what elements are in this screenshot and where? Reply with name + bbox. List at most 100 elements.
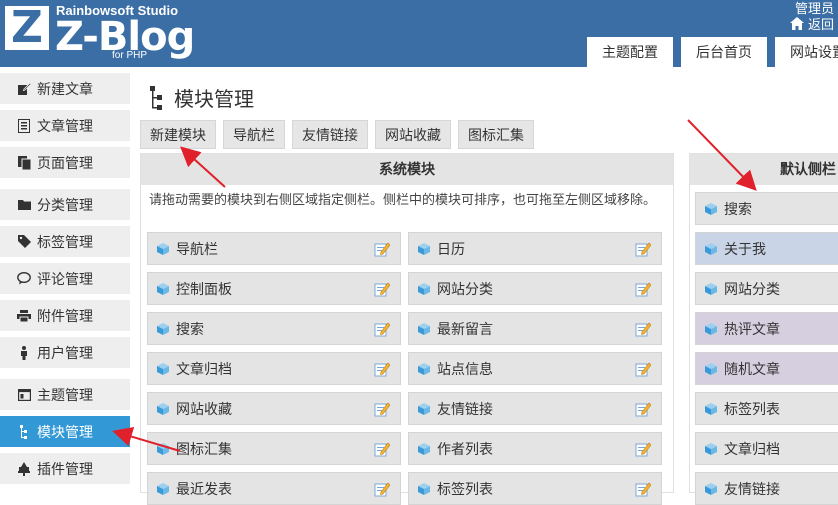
- edit-module-icon[interactable]: [635, 401, 652, 417]
- edit-module-icon[interactable]: [635, 241, 652, 257]
- sidebar-item-label: 新建文章: [37, 80, 93, 97]
- sidebar-item-label: 文章管理: [37, 117, 93, 134]
- tab-friend-links[interactable]: 友情链接: [292, 120, 368, 149]
- module-cube-icon: [417, 402, 431, 416]
- system-module[interactable]: 控制面板: [147, 272, 401, 305]
- system-module[interactable]: 网站分类: [408, 272, 662, 305]
- brand-sub: for PHP: [112, 50, 148, 61]
- edit-module-icon[interactable]: [635, 441, 652, 457]
- pages-icon: [17, 155, 31, 170]
- module-icon: [17, 424, 31, 439]
- sidebar-module[interactable]: 关于我: [695, 232, 838, 265]
- tab-icon-collection[interactable]: 图标汇集: [458, 120, 534, 149]
- edit-module-icon[interactable]: [635, 481, 652, 497]
- module-cube-icon: [704, 402, 718, 416]
- default-sidebar-panel: 默认侧栏 搜索 关于我 网站分类 热评文章 随机文章 标签列表 文章归档 友情链接: [689, 153, 838, 505]
- sidebar-item-plugin-manage[interactable]: 插件管理: [0, 453, 130, 484]
- edit-module-icon[interactable]: [374, 321, 391, 337]
- module-label: 友情链接: [724, 480, 780, 497]
- edit-module-icon[interactable]: [635, 361, 652, 377]
- sidebar-item-article-manage[interactable]: 文章管理: [0, 110, 130, 141]
- module-cube-icon: [704, 362, 718, 376]
- sidebar-item-label: 插件管理: [37, 460, 93, 477]
- folder-icon: [17, 198, 31, 212]
- module-cube-icon: [156, 482, 170, 496]
- system-module[interactable]: 友情链接: [408, 392, 662, 425]
- system-module[interactable]: 标签列表: [408, 472, 662, 505]
- home-icon: [789, 17, 804, 30]
- sidebar-item-attachment-manage[interactable]: 附件管理: [0, 300, 130, 331]
- module-label: 搜索: [724, 200, 752, 217]
- sidebar-item-label: 标签管理: [37, 233, 93, 250]
- sidebar-module[interactable]: 搜索: [695, 192, 838, 225]
- edit-module-icon[interactable]: [374, 361, 391, 377]
- sidebar-module[interactable]: 随机文章: [695, 352, 838, 385]
- module-cube-icon: [156, 282, 170, 296]
- module-cube-icon: [156, 402, 170, 416]
- system-module[interactable]: 文章归档: [147, 352, 401, 385]
- system-modules-title: 系统模块: [141, 154, 673, 185]
- new-module-button[interactable]: 新建模块: [140, 120, 216, 149]
- edit-module-icon[interactable]: [374, 281, 391, 297]
- edit-module-icon[interactable]: [635, 281, 652, 297]
- sidebar-module[interactable]: 标签列表: [695, 392, 838, 425]
- sidebar-module[interactable]: 友情链接: [695, 472, 838, 505]
- logo-letter: Z: [11, 2, 43, 53]
- module-sub-tabs: 新建模块 导航栏 友情链接 网站收藏 图标汇集: [140, 120, 534, 149]
- module-cube-icon: [156, 362, 170, 376]
- tab-theme-config[interactable]: 主题配置: [587, 37, 673, 67]
- tab-admin-home[interactable]: 后台首页: [681, 37, 767, 67]
- comment-icon: [17, 272, 31, 286]
- system-module[interactable]: 最新留言: [408, 312, 662, 345]
- module-cube-icon: [156, 322, 170, 336]
- sidebar-item-module-manage[interactable]: 模块管理: [0, 416, 130, 447]
- sidebar-item-theme-manage[interactable]: 主题管理: [0, 379, 130, 410]
- user-icon: [17, 345, 31, 360]
- sidebar-item-tag-manage[interactable]: 标签管理: [0, 226, 130, 257]
- top-header: Z Rainbowsoft Studio Z-Blog for PHP 管理员 …: [0, 0, 838, 67]
- module-cube-icon: [704, 322, 718, 336]
- sidebar-module[interactable]: 热评文章: [695, 312, 838, 345]
- sidebar-item-category-manage[interactable]: 分类管理: [0, 189, 130, 220]
- edit-module-icon[interactable]: [635, 321, 652, 337]
- edit-module-icon[interactable]: [374, 441, 391, 457]
- module-label: 图标汇集: [176, 440, 232, 457]
- tab-site-favorites[interactable]: 网站收藏: [375, 120, 451, 149]
- edit-module-icon[interactable]: [374, 241, 391, 257]
- edit-module-icon[interactable]: [374, 481, 391, 497]
- module-label: 热评文章: [724, 320, 780, 337]
- sidebar-module[interactable]: 网站分类: [695, 272, 838, 305]
- sidebar-item-user-manage[interactable]: 用户管理: [0, 337, 130, 368]
- system-modules-description: 请拖动需要的模块到右侧区域指定侧栏。侧栏中的模块可排序，也可拖至左侧区域移除。: [149, 192, 657, 207]
- back-label: 返回: [807, 17, 834, 32]
- tab-site-settings[interactable]: 网站设置: [775, 37, 838, 67]
- system-module[interactable]: 搜索: [147, 312, 401, 345]
- system-module[interactable]: 导航栏: [147, 232, 401, 265]
- module-cube-icon: [704, 442, 718, 456]
- tab-navbar[interactable]: 导航栏: [223, 120, 285, 149]
- sidebar-item-label: 页面管理: [37, 154, 93, 171]
- sidebar-module[interactable]: 文章归档: [695, 432, 838, 465]
- page-title: 模块管理: [150, 83, 254, 112]
- system-module[interactable]: 日历: [408, 232, 662, 265]
- sidebar-item-comment-manage[interactable]: 评论管理: [0, 263, 130, 294]
- system-module[interactable]: 图标汇集: [147, 432, 401, 465]
- module-label: 站点信息: [437, 360, 493, 377]
- sidebar-item-new-article[interactable]: 新建文章: [0, 73, 130, 104]
- module-label: 网站分类: [724, 280, 780, 297]
- edit-module-icon[interactable]: [374, 401, 391, 417]
- back-link[interactable]: 返回: [789, 14, 834, 33]
- sidebar-item-page-manage[interactable]: 页面管理: [0, 147, 130, 178]
- system-module[interactable]: 站点信息: [408, 352, 662, 385]
- zblog-logo[interactable]: Z: [5, 2, 49, 53]
- system-module[interactable]: 作者列表: [408, 432, 662, 465]
- module-label: 日历: [437, 240, 465, 257]
- system-module[interactable]: 最近发表: [147, 472, 401, 505]
- top-tabs: 主题配置 后台首页 网站设置: [587, 37, 838, 67]
- module-label: 导航栏: [176, 240, 218, 257]
- system-module[interactable]: 网站收藏: [147, 392, 401, 425]
- sidebar-item-label: 评论管理: [37, 270, 93, 287]
- module-cube-icon: [417, 282, 431, 296]
- module-cube-icon: [704, 482, 718, 496]
- sidebar-item-label: 附件管理: [37, 307, 93, 324]
